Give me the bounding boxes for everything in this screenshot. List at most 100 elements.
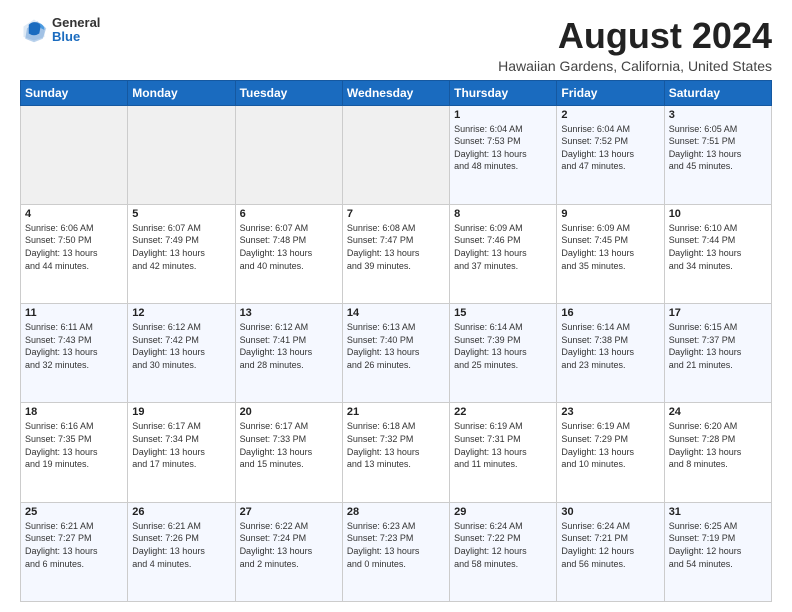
day-number: 19 [132, 406, 230, 418]
calendar-header: SundayMondayTuesdayWednesdayThursdayFrid… [21, 80, 772, 105]
calendar-cell: 24 Sunrise: 6:20 AM Sunset: 7:28 PM Dayli… [664, 403, 771, 502]
day-detail: Sunrise: 6:07 AM Sunset: 7:48 PM Dayligh… [240, 222, 338, 272]
day-number: 20 [240, 406, 338, 418]
calendar-cell: 20 Sunrise: 6:17 AM Sunset: 7:33 PM Dayli… [235, 403, 342, 502]
calendar-cell: 13 Sunrise: 6:12 AM Sunset: 7:41 PM Dayli… [235, 304, 342, 403]
calendar-cell: 1 Sunrise: 6:04 AM Sunset: 7:53 PM Daylig… [450, 105, 557, 204]
day-number: 15 [454, 307, 552, 319]
day-number: 28 [347, 506, 445, 518]
logo: General Blue [20, 16, 100, 45]
day-detail: Sunrise: 6:17 AM Sunset: 7:34 PM Dayligh… [132, 420, 230, 470]
calendar-cell [235, 105, 342, 204]
day-detail: Sunrise: 6:19 AM Sunset: 7:31 PM Dayligh… [454, 420, 552, 470]
day-detail: Sunrise: 6:19 AM Sunset: 7:29 PM Dayligh… [561, 420, 659, 470]
calendar-week-2: 11 Sunrise: 6:11 AM Sunset: 7:43 PM Dayli… [21, 304, 772, 403]
day-number: 13 [240, 307, 338, 319]
calendar-cell: 9 Sunrise: 6:09 AM Sunset: 7:45 PM Daylig… [557, 204, 664, 303]
main-title: August 2024 [498, 16, 772, 56]
day-number: 27 [240, 506, 338, 518]
day-detail: Sunrise: 6:21 AM Sunset: 7:27 PM Dayligh… [25, 520, 123, 570]
day-detail: Sunrise: 6:21 AM Sunset: 7:26 PM Dayligh… [132, 520, 230, 570]
day-number: 31 [669, 506, 767, 518]
day-detail: Sunrise: 6:05 AM Sunset: 7:51 PM Dayligh… [669, 123, 767, 173]
logo-text: General Blue [52, 16, 100, 45]
calendar-cell: 31 Sunrise: 6:25 AM Sunset: 7:19 PM Dayli… [664, 502, 771, 601]
day-detail: Sunrise: 6:17 AM Sunset: 7:33 PM Dayligh… [240, 420, 338, 470]
day-number: 18 [25, 406, 123, 418]
logo-blue-label: Blue [52, 30, 100, 44]
weekday-header-tuesday: Tuesday [235, 80, 342, 105]
day-number: 23 [561, 406, 659, 418]
calendar-cell: 28 Sunrise: 6:23 AM Sunset: 7:23 PM Dayli… [342, 502, 449, 601]
page: General Blue August 2024 Hawaiian Garden… [0, 0, 792, 612]
day-detail: Sunrise: 6:12 AM Sunset: 7:41 PM Dayligh… [240, 321, 338, 371]
calendar-cell: 5 Sunrise: 6:07 AM Sunset: 7:49 PM Daylig… [128, 204, 235, 303]
calendar-cell [342, 105, 449, 204]
calendar-cell: 22 Sunrise: 6:19 AM Sunset: 7:31 PM Dayli… [450, 403, 557, 502]
day-detail: Sunrise: 6:07 AM Sunset: 7:49 PM Dayligh… [132, 222, 230, 272]
calendar-cell: 26 Sunrise: 6:21 AM Sunset: 7:26 PM Dayli… [128, 502, 235, 601]
day-detail: Sunrise: 6:04 AM Sunset: 7:53 PM Dayligh… [454, 123, 552, 173]
day-number: 24 [669, 406, 767, 418]
day-detail: Sunrise: 6:14 AM Sunset: 7:38 PM Dayligh… [561, 321, 659, 371]
day-number: 12 [132, 307, 230, 319]
day-detail: Sunrise: 6:20 AM Sunset: 7:28 PM Dayligh… [669, 420, 767, 470]
day-number: 9 [561, 208, 659, 220]
calendar-cell: 3 Sunrise: 6:05 AM Sunset: 7:51 PM Daylig… [664, 105, 771, 204]
calendar-week-1: 4 Sunrise: 6:06 AM Sunset: 7:50 PM Daylig… [21, 204, 772, 303]
day-number: 14 [347, 307, 445, 319]
day-detail: Sunrise: 6:08 AM Sunset: 7:47 PM Dayligh… [347, 222, 445, 272]
day-number: 21 [347, 406, 445, 418]
subtitle: Hawaiian Gardens, California, United Sta… [498, 58, 772, 74]
day-detail: Sunrise: 6:04 AM Sunset: 7:52 PM Dayligh… [561, 123, 659, 173]
calendar-week-4: 25 Sunrise: 6:21 AM Sunset: 7:27 PM Dayli… [21, 502, 772, 601]
day-number: 30 [561, 506, 659, 518]
weekday-header-row: SundayMondayTuesdayWednesdayThursdayFrid… [21, 80, 772, 105]
calendar-cell: 7 Sunrise: 6:08 AM Sunset: 7:47 PM Daylig… [342, 204, 449, 303]
day-detail: Sunrise: 6:23 AM Sunset: 7:23 PM Dayligh… [347, 520, 445, 570]
day-detail: Sunrise: 6:15 AM Sunset: 7:37 PM Dayligh… [669, 321, 767, 371]
calendar-cell: 19 Sunrise: 6:17 AM Sunset: 7:34 PM Dayli… [128, 403, 235, 502]
day-number: 11 [25, 307, 123, 319]
weekday-header-wednesday: Wednesday [342, 80, 449, 105]
day-detail: Sunrise: 6:25 AM Sunset: 7:19 PM Dayligh… [669, 520, 767, 570]
day-number: 2 [561, 109, 659, 121]
day-number: 8 [454, 208, 552, 220]
day-detail: Sunrise: 6:18 AM Sunset: 7:32 PM Dayligh… [347, 420, 445, 470]
day-number: 10 [669, 208, 767, 220]
calendar-cell: 21 Sunrise: 6:18 AM Sunset: 7:32 PM Dayli… [342, 403, 449, 502]
day-number: 17 [669, 307, 767, 319]
weekday-header-monday: Monday [128, 80, 235, 105]
day-detail: Sunrise: 6:13 AM Sunset: 7:40 PM Dayligh… [347, 321, 445, 371]
day-detail: Sunrise: 6:09 AM Sunset: 7:46 PM Dayligh… [454, 222, 552, 272]
day-number: 16 [561, 307, 659, 319]
calendar-week-3: 18Sunrise: 6:16 AM Sunset: 7:35 PM Dayli… [21, 403, 772, 502]
day-detail: Sunrise: 6:06 AM Sunset: 7:50 PM Dayligh… [25, 222, 123, 272]
day-number: 25 [25, 506, 123, 518]
calendar-cell: 8 Sunrise: 6:09 AM Sunset: 7:46 PM Daylig… [450, 204, 557, 303]
calendar-cell [128, 105, 235, 204]
day-detail: Sunrise: 6:11 AM Sunset: 7:43 PM Dayligh… [25, 321, 123, 371]
day-number: 29 [454, 506, 552, 518]
day-detail: Sunrise: 6:09 AM Sunset: 7:45 PM Dayligh… [561, 222, 659, 272]
calendar-cell: 10 Sunrise: 6:10 AM Sunset: 7:44 PM Dayli… [664, 204, 771, 303]
weekday-header-thursday: Thursday [450, 80, 557, 105]
day-number: 1 [454, 109, 552, 121]
logo-general-label: General [52, 16, 100, 30]
calendar-cell: 16 Sunrise: 6:14 AM Sunset: 7:38 PM Dayli… [557, 304, 664, 403]
weekday-header-sunday: Sunday [21, 80, 128, 105]
day-number: 5 [132, 208, 230, 220]
weekday-header-friday: Friday [557, 80, 664, 105]
calendar-body: 1 Sunrise: 6:04 AM Sunset: 7:53 PM Daylig… [21, 105, 772, 601]
calendar-cell: 11 Sunrise: 6:11 AM Sunset: 7:43 PM Dayli… [21, 304, 128, 403]
day-number: 7 [347, 208, 445, 220]
title-section: August 2024 Hawaiian Gardens, California… [498, 16, 772, 74]
day-detail: Sunrise: 6:24 AM Sunset: 7:21 PM Dayligh… [561, 520, 659, 570]
calendar-cell [21, 105, 128, 204]
day-number: 26 [132, 506, 230, 518]
day-number: 22 [454, 406, 552, 418]
header: General Blue August 2024 Hawaiian Garden… [20, 16, 772, 74]
day-number: 4 [25, 208, 123, 220]
day-detail: Sunrise: 6:10 AM Sunset: 7:44 PM Dayligh… [669, 222, 767, 272]
day-number: 3 [669, 109, 767, 121]
